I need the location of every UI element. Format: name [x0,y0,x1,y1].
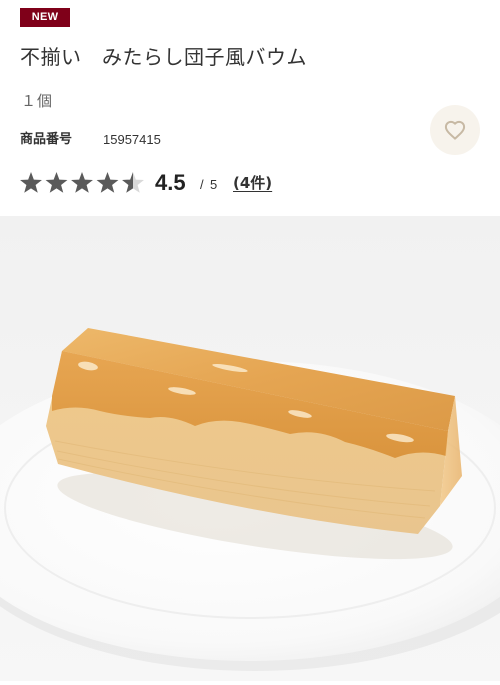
rating-slash: / [200,177,204,192]
star-icon [96,172,119,193]
product-quantity: １個 [21,92,54,110]
product-title: 不揃い みたらし団子風バウム [20,45,307,69]
star-icon [71,172,93,193]
star-icon [122,172,144,193]
review-count-link[interactable]: (4件) [233,171,272,195]
product-number-label: 商品番号 [20,132,73,147]
rating-row: 4.5 / 5 (4件) [20,168,320,198]
rating-stars [20,172,144,193]
new-badge: NEW [20,8,70,27]
favorite-button[interactable] [430,105,480,155]
star-icon [20,172,42,193]
product-number-value: 15957415 [103,132,161,147]
product-photo [0,216,500,681]
rating-max: 5 [210,177,218,192]
rating-value: 4.5 [155,170,186,195]
star-icon [45,172,68,193]
heart-icon [444,120,466,140]
